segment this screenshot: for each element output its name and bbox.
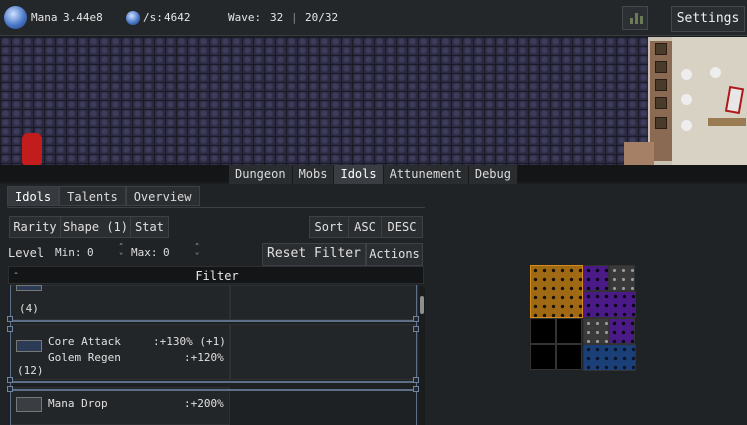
max-value-input[interactable]: 0 (163, 246, 170, 259)
resize-handle[interactable] (7, 377, 13, 383)
grid-cell-idol[interactable] (583, 318, 609, 344)
resize-handle[interactable] (7, 326, 13, 332)
core-sign (708, 118, 746, 126)
dungeon-view[interactable] (0, 37, 747, 165)
resize-handle[interactable] (7, 386, 13, 392)
idol-stat-value: :+200% (184, 397, 224, 410)
stat-filter-button[interactable]: Stat (130, 216, 169, 238)
skeleton-sprite (681, 69, 692, 80)
row-separator (10, 320, 418, 322)
filter-header[interactable]: - Filter (8, 266, 424, 284)
mob-sprite (655, 97, 667, 109)
subtab-overview[interactable]: Overview (125, 186, 200, 206)
idol-list-cell (230, 324, 418, 380)
row-separator (10, 389, 418, 391)
idol-stat-name: Mana Drop (48, 397, 108, 410)
max-stepper[interactable]: ⌃ ⌄ (195, 243, 201, 256)
wave-label: Wave: (228, 11, 262, 24)
idol-list-scrollbar[interactable] (419, 286, 425, 425)
grid-cell-idol[interactable] (609, 318, 635, 344)
skeleton-sprite (681, 94, 692, 105)
skeleton-sprite (681, 120, 692, 131)
min-value-input[interactable]: 0 (87, 246, 94, 259)
sort-asc-button[interactable]: ASC (348, 216, 382, 238)
rate-orb-icon (126, 11, 140, 25)
filter-title: Filter (195, 269, 239, 283)
tab-mobs[interactable]: Mobs (293, 165, 335, 184)
grid-cell-empty[interactable] (556, 318, 582, 344)
grid-cell-idol[interactable] (609, 265, 635, 291)
min-label: Min: (55, 246, 82, 259)
mana-label: Mana (31, 11, 58, 24)
sort-button[interactable]: Sort (309, 216, 349, 238)
idol-count: (4) (19, 302, 39, 315)
idol-shape-icon (16, 285, 42, 291)
subtab-talents[interactable]: Talents (59, 186, 126, 206)
rate-value: 4642 (164, 11, 191, 24)
idol-list-cell (230, 285, 418, 320)
wave-progress: 20/32 (305, 11, 339, 24)
idol-shape-icon (16, 397, 42, 412)
grid-cell-idol[interactable] (530, 265, 583, 318)
grid-cell-idol[interactable] (583, 291, 636, 318)
row-frame-right (416, 285, 417, 425)
min-stepper[interactable]: ⌃ ⌄ (119, 243, 125, 256)
grid-cell-empty[interactable] (530, 318, 556, 344)
mob-sprite (655, 117, 667, 129)
actions-button[interactable]: Actions (366, 243, 423, 266)
mob-sprite (655, 43, 667, 55)
top-bar: Mana 3.44e8 /s: 4642 Wave: 32 | 20/32 Se… (0, 0, 747, 36)
mob-sprite (655, 79, 667, 91)
tab-attunement[interactable]: Attunement (384, 165, 469, 184)
idol-shape-icon (16, 340, 42, 352)
idol-list-cell (10, 285, 230, 320)
idol-stat-name: Core Attack (48, 335, 121, 348)
red-monster-sprite (22, 133, 42, 165)
dungeon-stairs (624, 142, 654, 165)
settings-button[interactable]: Settings (671, 6, 745, 32)
idols-subtabs: Idols Talents Overview (7, 186, 200, 206)
stats-chart-icon[interactable] (622, 6, 648, 30)
tab-dungeon[interactable]: Dungeon (229, 165, 293, 184)
wave-separator: | (291, 11, 298, 24)
tab-debug[interactable]: Debug (469, 165, 518, 184)
scrollbar-thumb[interactable] (420, 296, 424, 314)
sort-desc-button[interactable]: DESC (381, 216, 423, 238)
row-frame-left (10, 285, 11, 425)
subtab-divider (7, 207, 425, 208)
reset-filter-button[interactable]: Reset Filter (262, 243, 366, 266)
idol-count: (12) (17, 364, 44, 377)
idol-stat-value: :+120% (184, 351, 224, 364)
grid-cell-idol[interactable] (583, 344, 636, 371)
level-label: Level (8, 246, 45, 260)
rarity-filter-button[interactable]: Rarity (9, 216, 61, 238)
grid-cell-empty[interactable] (530, 344, 556, 370)
rate-label: /s: (143, 11, 163, 24)
tab-idols[interactable]: Idols (334, 165, 384, 184)
skeleton-sprite (710, 67, 721, 78)
resize-handle[interactable] (7, 316, 13, 322)
subtab-idols[interactable]: Idols (7, 186, 60, 206)
mana-orb-icon (4, 6, 27, 29)
mana-value: 3.44e8 (63, 11, 103, 24)
wave-value: 32 (270, 11, 284, 24)
max-label: Max: (131, 246, 158, 259)
idol-grid[interactable] (530, 265, 636, 371)
grid-cell-empty[interactable] (556, 344, 582, 370)
idol-stat-value: :+130% (+1) (153, 335, 226, 348)
shape-filter-button[interactable]: Shape (1) (60, 216, 131, 238)
idol-stat-name: Golem Regen (48, 351, 121, 364)
row-separator (10, 381, 418, 383)
grid-cell-idol[interactable] (583, 265, 609, 291)
main-tabs: Dungeon Mobs Idols Attunement Debug (229, 165, 518, 184)
mob-sprite (655, 61, 667, 73)
